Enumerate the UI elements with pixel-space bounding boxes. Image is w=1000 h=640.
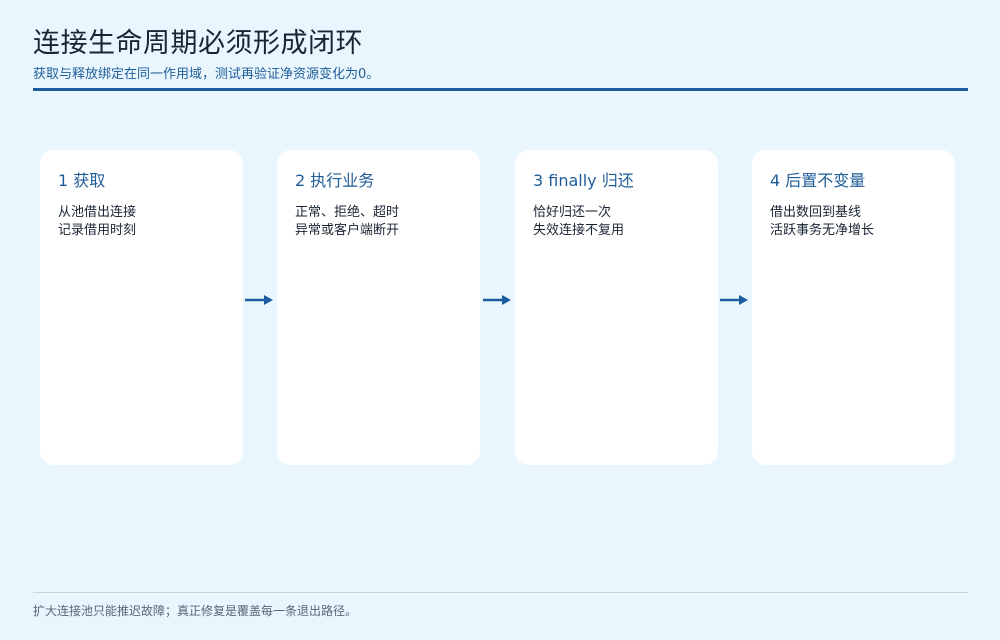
step-card-acquire: 1 获取 从池借出连接 记录借用时刻 <box>40 150 243 465</box>
page-subtitle: 获取与释放绑定在同一作用域，测试再验证净资源变化为0。 <box>33 67 380 82</box>
footer-note: 扩大连接池只能推迟故障；真正修复是覆盖每一条退出路径。 <box>33 604 358 618</box>
step-title: 1 获取 <box>58 171 106 190</box>
header: 连接生命周期必须形成闭环 获取与释放绑定在同一作用域，测试再验证净资源变化为0。 <box>33 26 968 84</box>
arrow-right-icon <box>719 293 749 307</box>
step-line: 记录借用时刻 <box>58 223 137 238</box>
step-card-execute: 2 执行业务 正常、拒绝、超时 异常或客户端断开 <box>277 150 480 465</box>
footer-divider <box>33 592 968 593</box>
step-line: 从池借出连接 <box>58 205 137 220</box>
step-line: 活跃事务无净增长 <box>770 223 875 238</box>
step-line: 正常、拒绝、超时 <box>295 205 400 220</box>
step-line: 借出数回到基线 <box>770 205 862 220</box>
step-card-invariant: 4 后置不变量 借出数回到基线 活跃事务无净增长 <box>752 150 955 465</box>
page-title: 连接生命周期必须形成闭环 <box>33 28 363 59</box>
arrow-right-icon <box>482 293 512 307</box>
step-card-release: 3 finally 归还 恰好归还一次 失效连接不复用 <box>515 150 718 465</box>
step-line: 恰好归还一次 <box>533 205 612 220</box>
step-title: 2 执行业务 <box>295 171 375 190</box>
header-divider <box>33 88 968 91</box>
step-line: 失效连接不复用 <box>533 223 625 238</box>
step-line: 异常或客户端断开 <box>295 223 400 238</box>
step-title: 4 后置不变量 <box>770 171 866 190</box>
arrow-right-icon <box>244 293 274 307</box>
step-title: 3 finally 归还 <box>533 171 634 190</box>
